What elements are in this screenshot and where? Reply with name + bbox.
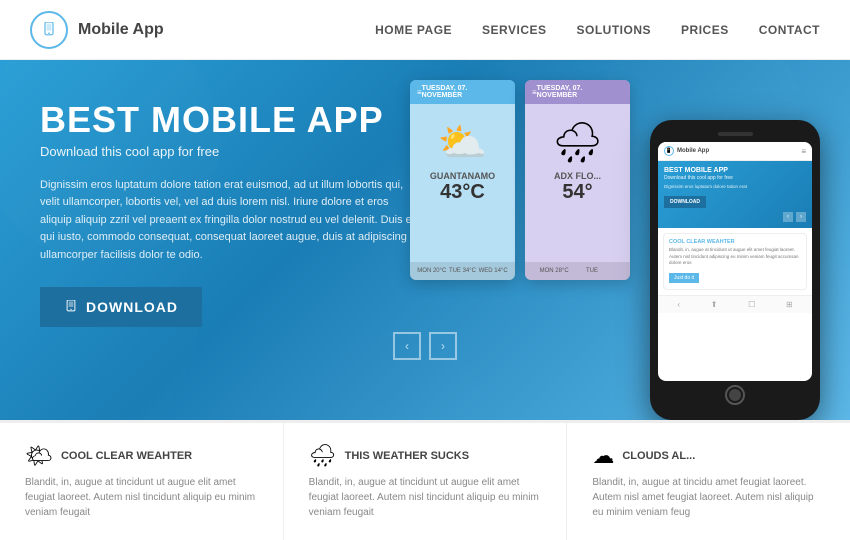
feature-text-1: Blandit, in, augue at tincidunt ut augue…	[25, 475, 258, 520]
phone-next[interactable]: ›	[796, 212, 806, 222]
phone-screen-header: 📱 Mobile App ≡	[658, 142, 812, 161]
logo-area: Mobile App	[30, 11, 164, 49]
city-name: GUANTANAMO	[430, 171, 495, 181]
feature-rain-icon: 🌧	[309, 443, 337, 469]
temperature: 43°C	[440, 181, 485, 204]
nav-home[interactable]: HOME PAGE	[375, 23, 452, 37]
feature-header-2: 🌧 THIS WEATHER SUCKS	[309, 443, 542, 469]
smartphone-mockup: 📱 Mobile App ≡ BEST MOBILE APP Download …	[650, 120, 820, 420]
phone-download-button[interactable]: DOWNLOAD	[664, 196, 706, 208]
mockup-blue: ≡ TUESDAY, 07. NOVEMBER ⛅ GUANTANAMO 43°…	[410, 80, 515, 280]
hero-section: BEST MOBILE APP Download this cool app f…	[0, 60, 850, 420]
feature-cloud-icon: ☁	[592, 443, 614, 469]
feature-item-3: ☁ CLOUDS AL... Blandit, in, augue at tin…	[567, 423, 850, 540]
nav-solutions[interactable]: SOLUTIONS	[577, 23, 652, 37]
hero-content: BEST MOBILE APP Download this cool app f…	[40, 100, 420, 327]
prev-arrow[interactable]: ‹	[393, 332, 421, 360]
phone-bookmark-icon[interactable]: ☐	[748, 300, 755, 309]
phone-speaker	[718, 132, 753, 136]
logo-text: Mobile App	[78, 21, 164, 39]
hero-body: Dignissim eros luptatum dolore tation er…	[40, 177, 420, 265]
feature-sun-icon: 🌤	[25, 443, 53, 469]
weather-sun-icon: ⛅	[438, 119, 488, 166]
phone-hero-subtitle: Download this cool app for free	[664, 175, 806, 181]
mockup-blue-body: ⛅ GUANTANAMO 43°C	[410, 104, 515, 262]
hero-title: BEST MOBILE APP	[40, 100, 420, 140]
hero-subtitle: Download this cool app for free	[40, 144, 420, 159]
phone-back-icon[interactable]: ‹	[677, 300, 680, 309]
features-section: 🌤 COOL CLEAR WEAHTER Blandit, in, augue …	[0, 420, 850, 540]
phone-prev[interactable]: ‹	[783, 212, 793, 222]
phone-card-body: Blandit, in, augue at tincidunt ut augue…	[669, 247, 801, 266]
mockup-lavender-body: 🌧 ADX FLO... 54°	[525, 104, 630, 262]
feature-text-2: Blandit, in, augue at tincidunt ut augue…	[309, 475, 542, 520]
mockup-blue-header: ≡ TUESDAY, 07. NOVEMBER	[410, 80, 515, 104]
mockup-lavender-footer: MON 28°C TUE	[525, 262, 630, 280]
weather-rain-icon: 🌧	[552, 119, 603, 166]
download-label: DOWNLOAD	[86, 299, 178, 315]
mockups-area: ≡ TUESDAY, 07. NOVEMBER ⛅ GUANTANAMO 43°…	[410, 80, 630, 280]
feature-title-2: THIS WEATHER SUCKS	[345, 450, 469, 462]
phone-grid-icon[interactable]: ⊞	[786, 300, 793, 309]
feature-text-3: Blandit, in, augue at tincidu amet feugi…	[592, 475, 825, 520]
phone-arrows: ‹ ›	[664, 212, 806, 222]
feature-header-1: 🌤 COOL CLEAR WEAHTER	[25, 443, 258, 469]
phone-screen: 📱 Mobile App ≡ BEST MOBILE APP Download …	[658, 142, 812, 381]
feature-title-1: COOL CLEAR WEAHTER	[61, 450, 192, 462]
phone-card-title: COOL CLEAR WEAHTER	[669, 239, 801, 245]
phone-home-inner	[729, 389, 741, 401]
phone-just-do-button[interactable]: Just do it	[669, 273, 699, 283]
nav-contact[interactable]: CONTACT	[759, 23, 820, 37]
next-arrow[interactable]: ›	[429, 332, 457, 360]
feature-header-3: ☁ CLOUDS AL...	[592, 443, 825, 469]
phone-hero-area: BEST MOBILE APP Download this cool app f…	[658, 161, 812, 228]
phone-feature-card: COOL CLEAR WEAHTER Blandit, in, augue at…	[663, 233, 807, 290]
temperature-2: 54°	[562, 181, 592, 204]
phone-hero-body: Dignissim eros luptatum dolore tation er…	[664, 184, 806, 190]
feature-item-2: 🌧 THIS WEATHER SUCKS Blandit, in, augue …	[284, 423, 568, 540]
download-button[interactable]: DOWNLOAD	[40, 287, 202, 327]
mockup-lavender: ≡ TUESDAY, 07. NOVEMBER 🌧 ADX FLO... 54°…	[525, 80, 630, 280]
nav-services[interactable]: SERVICES	[482, 23, 546, 37]
feature-item-1: 🌤 COOL CLEAR WEAHTER Blandit, in, augue …	[0, 423, 284, 540]
hero-arrows: ‹ ›	[393, 332, 457, 360]
nav-links: HOME PAGE SERVICES SOLUTIONS PRICES CONT…	[375, 23, 820, 37]
phone-bottom-bar: ‹ ⬆ ☐ ⊞	[658, 295, 812, 313]
feature-title-3: CLOUDS AL...	[622, 450, 695, 462]
phone-home-button[interactable]	[725, 385, 745, 405]
city-name-2: ADX FLO...	[554, 171, 601, 181]
mockup-blue-footer: MON 20°C TUE 34°C WED 14°C	[410, 262, 515, 280]
mockup-lavender-header: ≡ TUESDAY, 07. NOVEMBER	[525, 80, 630, 104]
nav-prices[interactable]: PRICES	[681, 23, 729, 37]
phone-logo: Mobile App	[677, 148, 709, 154]
phone-hero-title: BEST MOBILE APP	[664, 167, 806, 174]
phone-share-icon[interactable]: ⬆	[711, 300, 718, 309]
logo-icon	[30, 11, 68, 49]
navbar: Mobile App HOME PAGE SERVICES SOLUTIONS …	[0, 0, 850, 60]
